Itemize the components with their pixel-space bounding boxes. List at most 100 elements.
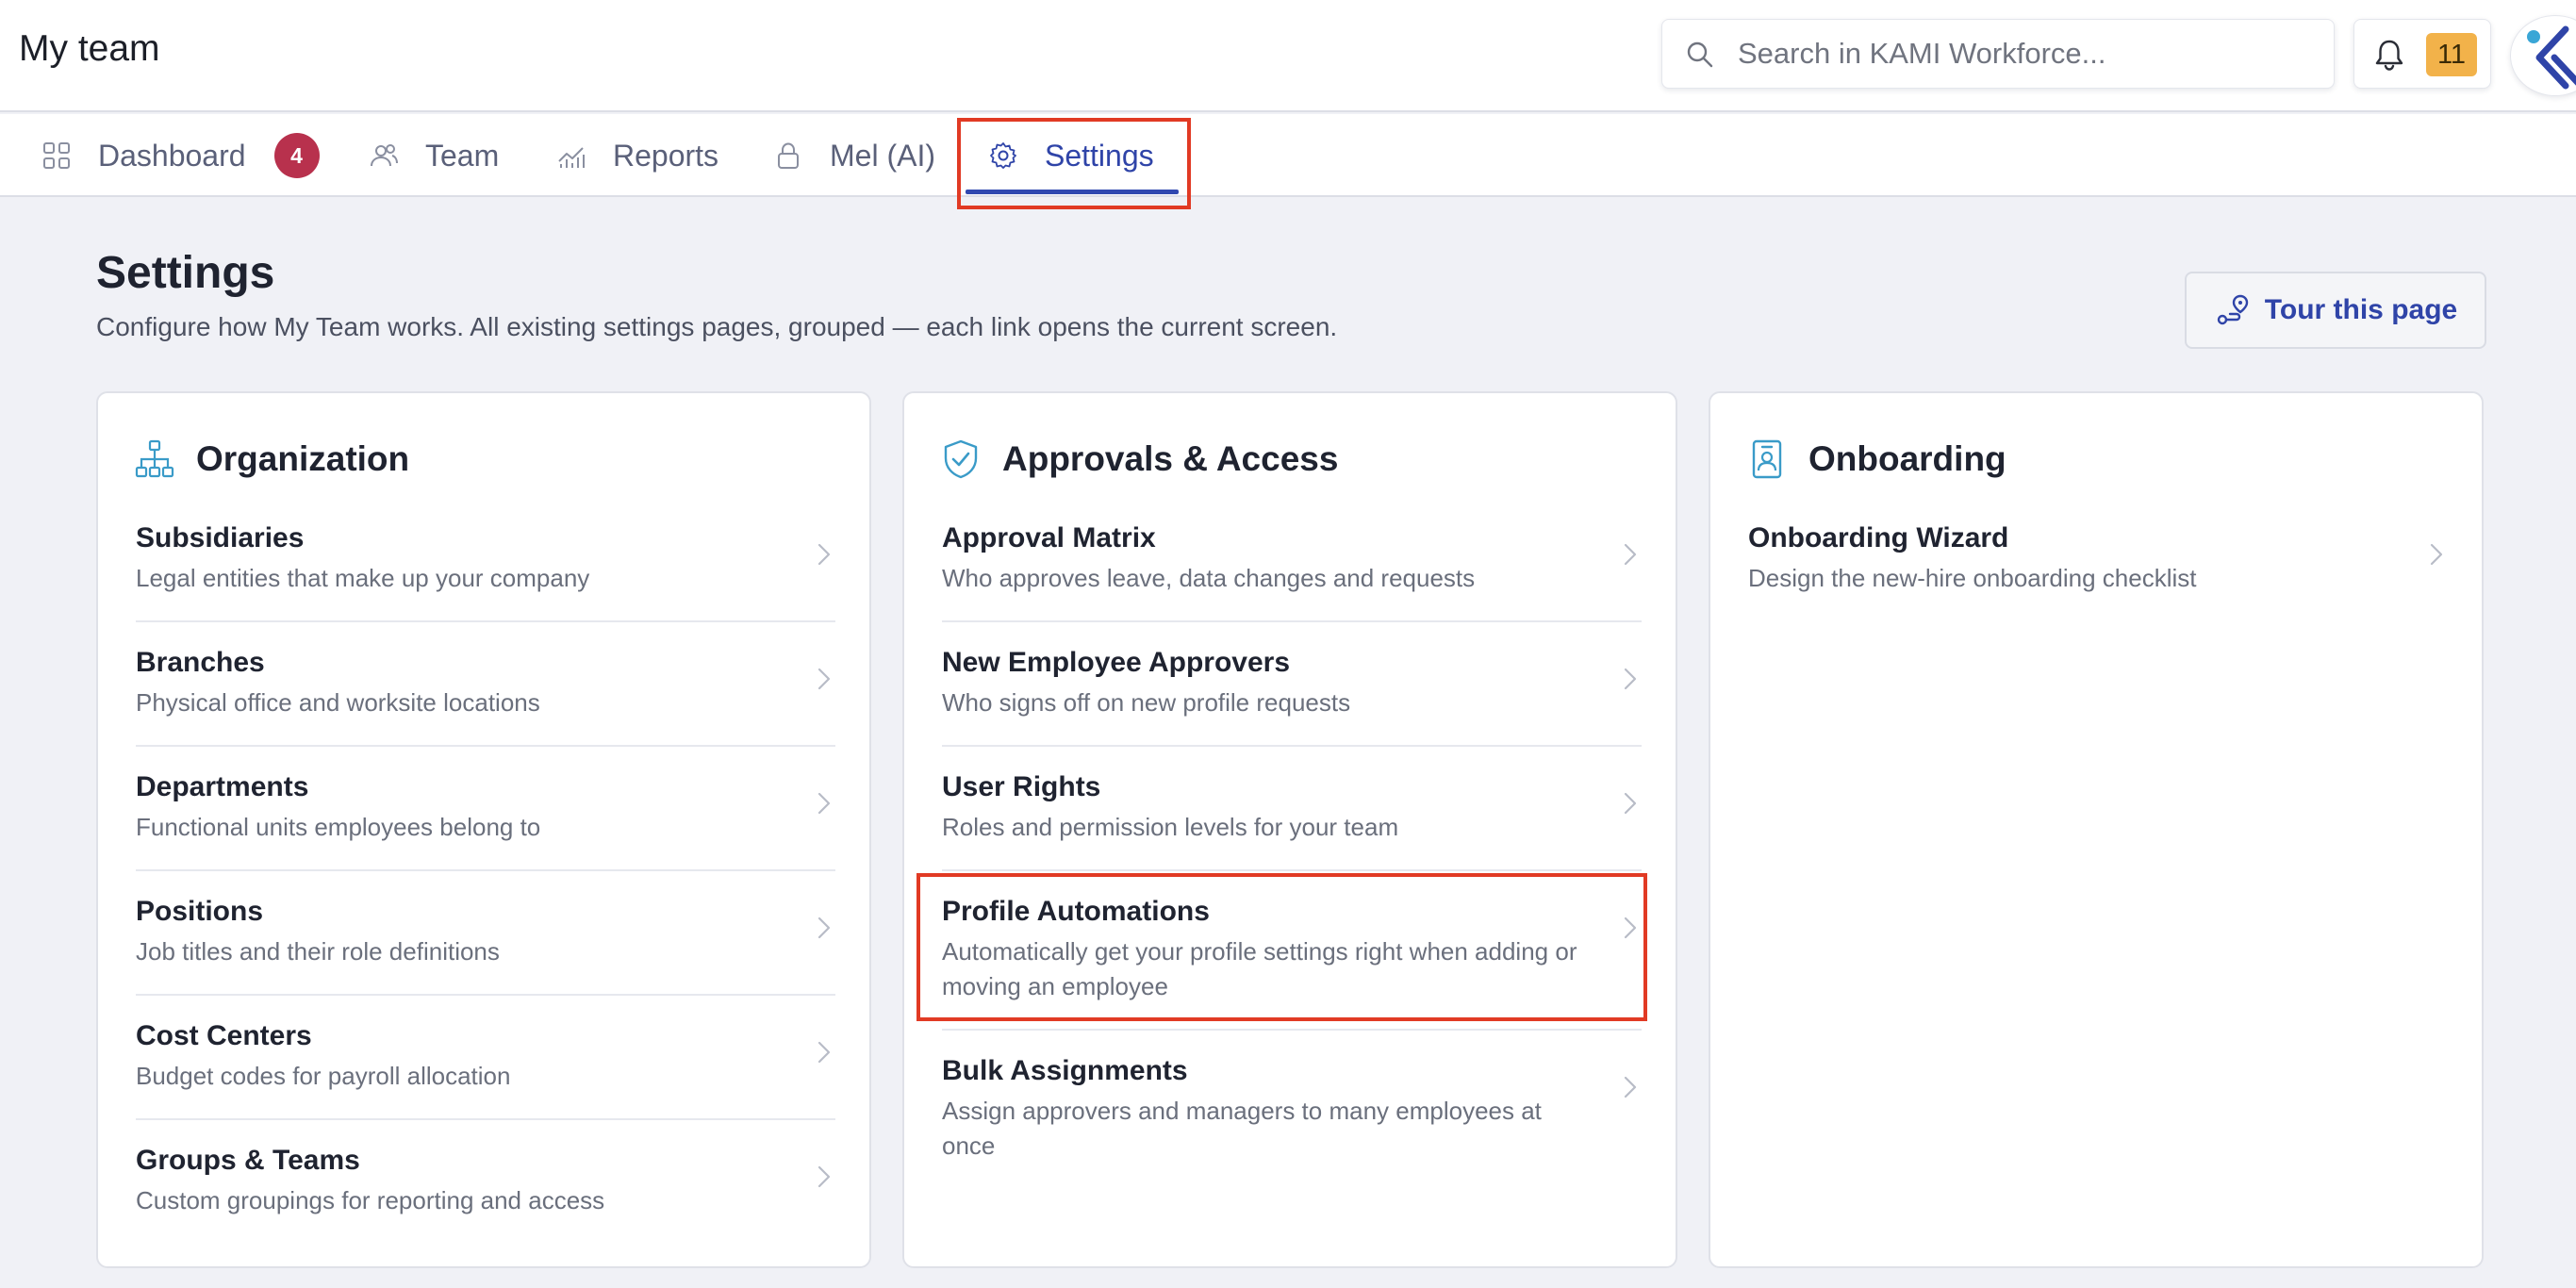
- tab-dashboard[interactable]: Dashboard 4: [41, 114, 320, 197]
- notification-count-badge: 11: [2426, 33, 2477, 76]
- chevron-right-icon: [817, 1041, 831, 1064]
- card-header: Organization: [134, 438, 409, 480]
- tab-label: Team: [425, 138, 500, 173]
- divider: [136, 869, 835, 871]
- tab-label: Mel (AI): [830, 138, 935, 173]
- page-description: Configure how My Team works. All existin…: [96, 312, 1338, 341]
- item-title: Approval Matrix: [942, 522, 1156, 553]
- search-input[interactable]: [1738, 33, 2304, 74]
- bell-icon: [2375, 40, 2403, 71]
- settings-link-subsidiaries[interactable]: Subsidiaries Legal entities that make up…: [136, 520, 835, 596]
- settings-link-cost-centers[interactable]: Cost Centers Budget codes for payroll al…: [136, 1017, 835, 1094]
- chevron-right-icon: [817, 668, 831, 690]
- id-badge-icon: [1752, 439, 1782, 479]
- divider: [136, 745, 835, 747]
- item-subtitle: Physical office and worksite locations: [136, 688, 540, 717]
- item-subtitle: Roles and permission levels for your tea…: [942, 813, 1399, 841]
- tab-settings[interactable]: Settings: [988, 114, 1154, 197]
- card-header: Onboarding: [1746, 438, 2006, 480]
- divider: [942, 1029, 1642, 1031]
- item-subtitle: Legal entities that make up your company: [136, 564, 590, 592]
- active-tab-indicator: [966, 190, 1179, 194]
- settings-link-bulk-assignments[interactable]: Bulk Assignments Assign approvers and ma…: [942, 1052, 1642, 1164]
- settings-link-departments[interactable]: Departments Functional units employees b…: [136, 768, 835, 845]
- chevron-right-icon: [1624, 543, 1637, 566]
- item-title: Positions: [136, 896, 264, 927]
- lock-icon: [778, 142, 799, 169]
- item-subtitle: Design the new-hire onboarding checklist: [1748, 564, 2197, 592]
- chevron-right-icon: [817, 916, 831, 939]
- chevron-right-icon: [1624, 1076, 1637, 1098]
- tab-label: Dashboard: [98, 138, 246, 173]
- chart-icon: [558, 147, 585, 168]
- divider: [942, 869, 1642, 871]
- item-title: Branches: [136, 647, 265, 678]
- divider: [942, 745, 1642, 747]
- route-icon: [2217, 294, 2248, 325]
- notifications-button[interactable]: 11: [2353, 19, 2491, 89]
- app-title: My team: [19, 28, 160, 69]
- settings-link-new-employee-approvers[interactable]: New Employee Approvers Who signs off on …: [942, 644, 1642, 720]
- settings-link-branches[interactable]: Branches Physical office and worksite lo…: [136, 644, 835, 720]
- gear-icon: [990, 142, 1016, 169]
- chevron-right-icon: [817, 543, 831, 566]
- item-subtitle: Assign approvers and managers to many em…: [942, 1097, 1542, 1160]
- item-subtitle: Budget codes for payroll allocation: [136, 1062, 511, 1090]
- item-title: Bulk Assignments: [942, 1055, 1188, 1086]
- item-title: Profile Automations: [942, 896, 1210, 927]
- divider: [136, 994, 835, 996]
- tab-reports[interactable]: Reports: [556, 114, 718, 197]
- divider: [136, 1118, 835, 1120]
- card-title: Organization: [196, 439, 410, 478]
- item-title: Onboarding Wizard: [1748, 522, 2009, 553]
- tour-this-page-button[interactable]: Tour this page: [2185, 272, 2486, 349]
- brand-logo-icon: [2527, 25, 2576, 90]
- avatar[interactable]: [2510, 15, 2576, 96]
- chevron-right-icon: [1624, 792, 1637, 815]
- settings-link-groups-teams[interactable]: Groups & Teams Custom groupings for repo…: [136, 1142, 835, 1218]
- item-title: Groups & Teams: [136, 1145, 360, 1176]
- tour-button-label: Tour this page: [2264, 294, 2458, 325]
- item-title: New Employee Approvers: [942, 647, 1291, 678]
- chevron-right-icon: [1624, 916, 1637, 939]
- chevron-right-icon: [817, 1165, 831, 1188]
- org-chart-icon: [135, 439, 174, 478]
- card-title: Approvals & Access: [1002, 439, 1339, 478]
- approvals-access-card: Approvals & Access Approval Matrix Who a…: [902, 391, 1677, 1268]
- tab-bar: Dashboard 4 Team Reports Mel (AI) Settin…: [0, 114, 2576, 197]
- tab-label: Settings: [1045, 138, 1154, 173]
- settings-link-approval-matrix[interactable]: Approval Matrix Who approves leave, data…: [942, 520, 1642, 596]
- item-subtitle: Job titles and their role definitions: [136, 937, 500, 966]
- tab-team[interactable]: Team: [369, 114, 499, 197]
- search-box[interactable]: [1661, 19, 2335, 89]
- chevron-right-icon: [1624, 668, 1637, 690]
- item-subtitle: Who signs off on new profile requests: [942, 688, 1351, 717]
- chevron-right-icon: [2430, 543, 2443, 566]
- item-subtitle: Custom groupings for reporting and acces…: [136, 1186, 605, 1214]
- item-title: Cost Centers: [136, 1020, 312, 1051]
- top-bar: My team 11: [0, 0, 2576, 112]
- item-subtitle: Functional units employees belong to: [136, 813, 541, 841]
- settings-link-profile-automations[interactable]: Profile Automations Automatically get yo…: [942, 893, 1642, 1004]
- item-subtitle: Who approves leave, data changes and req…: [942, 564, 1476, 592]
- item-title: Subsidiaries: [136, 522, 305, 553]
- card-header: Approvals & Access: [940, 438, 1338, 480]
- dashboard-count-badge: 4: [273, 133, 320, 178]
- shield-check-icon: [944, 439, 978, 479]
- grid-icon: [43, 142, 70, 169]
- item-subtitle: Automatically get your profile settings …: [942, 937, 1577, 1000]
- organization-card: Organization Subsidiaries Legal entities…: [96, 391, 871, 1268]
- settings-link-positions[interactable]: Positions Job titles and their role defi…: [136, 893, 835, 969]
- users-icon: [371, 144, 398, 167]
- page-title: Settings: [96, 248, 275, 298]
- tab-label: Reports: [613, 138, 719, 173]
- chevron-right-icon: [817, 792, 831, 815]
- tab-mel-ai[interactable]: Mel (AI): [773, 114, 935, 197]
- divider: [942, 620, 1642, 622]
- settings-link-onboarding-wizard[interactable]: Onboarding Wizard Design the new-hire on…: [1748, 520, 2448, 596]
- settings-link-user-rights[interactable]: User Rights Roles and permission levels …: [942, 768, 1642, 845]
- search-icon: [1687, 41, 1713, 68]
- card-title: Onboarding: [1808, 439, 2006, 478]
- item-title: Departments: [136, 771, 309, 802]
- item-title: User Rights: [942, 771, 1101, 802]
